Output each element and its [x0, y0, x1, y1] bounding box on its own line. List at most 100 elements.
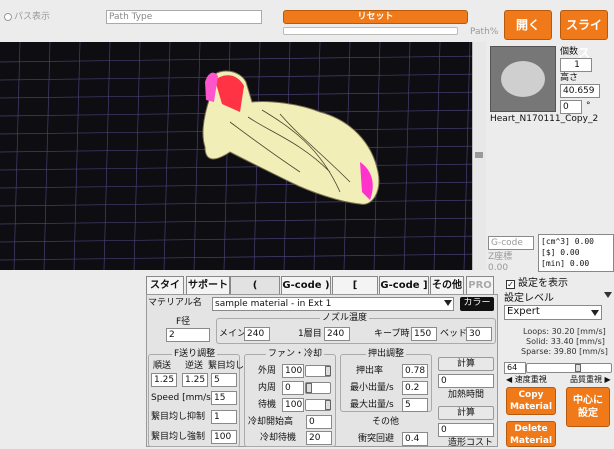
fan-standby-field[interactable]: 100 — [282, 398, 304, 412]
tab-support[interactable]: サポート — [186, 276, 230, 294]
main-temp-label: メイン — [219, 329, 247, 339]
tab-other[interactable]: その他 — [430, 276, 464, 294]
speed-label: Speed [mm/s] — [151, 393, 215, 403]
f-dia-label: F径 — [176, 317, 191, 327]
avoid-field[interactable]: 0.4 — [402, 432, 428, 446]
angle-field[interactable]: 0 — [560, 100, 582, 114]
main-temp-field[interactable]: 240 — [244, 327, 270, 341]
model-name: Heart_N170111_Copy_2 — [490, 114, 599, 124]
path-pct-label: Path% — [470, 27, 499, 37]
chevron-down-icon[interactable] — [444, 300, 452, 306]
speed-field[interactable]: 15 — [211, 391, 237, 405]
quality-value: 64 — [504, 362, 526, 374]
quality-slider[interactable] — [526, 363, 612, 373]
extrude-max-label: 最大出量/s — [350, 400, 394, 410]
count-field[interactable]: 1 — [560, 58, 592, 72]
tab-material[interactable]: ( Material — [230, 276, 280, 308]
cool-wait-field[interactable]: 20 — [306, 431, 332, 445]
fan-outer-field[interactable]: 100 — [282, 364, 304, 378]
tab-gcode-2[interactable]: G-code ] — [379, 276, 429, 294]
fan-standby-slider[interactable] — [305, 399, 331, 411]
cost-field[interactable]: 0 — [438, 423, 494, 437]
bed-temp-field[interactable]: 30 — [466, 327, 492, 341]
calc-heat-button[interactable]: 計算 — [438, 357, 494, 371]
quality-priority-label: 品質重視 ▶ — [570, 375, 611, 384]
height-field[interactable]: 40.659 — [560, 84, 600, 98]
chevron-down-icon[interactable] — [591, 310, 599, 316]
z-value: 0.00 — [488, 263, 509, 273]
delete-material-button[interactable]: Delete Material — [506, 421, 556, 447]
path-type-select[interactable]: Path Type — [106, 10, 262, 24]
rev-long-label: 繋目均し — [208, 361, 245, 371]
avoid-label: 衝突回避 — [358, 434, 395, 444]
show-settings-checkbox[interactable]: ✓ — [506, 280, 515, 289]
open-button[interactable]: 開く — [504, 10, 552, 40]
extrude-min-field[interactable]: 0.2 — [402, 381, 428, 395]
model-thumbnail[interactable] — [490, 46, 556, 112]
scroll-thumb[interactable] — [475, 152, 483, 158]
material-select[interactable]: sample material - in Ext 1 — [212, 297, 454, 311]
force-field[interactable]: 100 — [211, 430, 237, 444]
fan-inner-label: 内周 — [258, 383, 277, 393]
keep-temp-label: キープ時 — [374, 329, 410, 339]
bed-temp-label: ベッド — [440, 329, 468, 339]
extrude-rate-field[interactable]: 0.78 — [402, 364, 428, 378]
force-label: 繋目均し強制 — [151, 432, 206, 442]
tab-printer[interactable]: [ Printer — [332, 276, 378, 308]
deg-label: ° — [586, 101, 591, 111]
heat-time-label: 加熱時間 — [448, 390, 485, 400]
fan-title: ファン・冷却 — [266, 348, 325, 360]
viewport-scrollbar[interactable] — [472, 42, 486, 270]
rev-label: 逆送 — [185, 361, 204, 371]
fan-standby-label: 待機 — [258, 400, 277, 410]
level-select[interactable]: Expert — [504, 305, 602, 320]
center-button[interactable]: 中心に 設定 — [566, 387, 610, 427]
tab-style[interactable]: スタイル — [146, 276, 184, 308]
calc-cost-button[interactable]: 計算 — [438, 406, 494, 420]
gcode-select[interactable]: G-code — [488, 236, 534, 250]
show-settings-label: 設定を表示 — [518, 278, 568, 289]
cool-start-field[interactable]: 0 — [306, 415, 332, 429]
3d-viewport[interactable] — [0, 42, 486, 270]
path-view-label: パス表示 — [14, 12, 51, 22]
nozzle-temp-title: ノズル温度 — [320, 312, 370, 324]
fan-inner-field[interactable]: 0 — [282, 381, 304, 395]
right-scroll-arrow-icon[interactable] — [604, 292, 612, 298]
f-dia-field[interactable]: 2 — [166, 328, 210, 342]
rev-long-field[interactable]: 5 — [211, 373, 237, 387]
other-title: その他 — [372, 417, 400, 427]
keep-temp-field[interactable]: 150 — [411, 327, 437, 341]
tab-gcode-1[interactable]: G-code ) — [281, 276, 331, 294]
fan-outer-slider[interactable] — [305, 365, 331, 377]
sparse-speed: Sparse: 39.80 [mm/s] — [521, 347, 608, 356]
cool-start-label: 冷却開始高 — [248, 417, 294, 427]
cost-label: 造形コスト — [448, 438, 494, 448]
copy-material-button[interactable]: Copy Material — [506, 387, 556, 415]
suppress-label: 繋目均し抑制 — [151, 412, 206, 422]
layer1-temp-field[interactable]: 240 — [324, 327, 350, 341]
path-pct-slider[interactable] — [283, 27, 458, 35]
cool-wait-label: 冷却待機 — [260, 433, 297, 443]
tab-pro[interactable]: PRO — [466, 276, 494, 294]
fan-outer-label: 外周 — [258, 366, 277, 376]
reset-button[interactable]: リセット — [283, 10, 468, 24]
fwd-label: 順送 — [153, 361, 172, 371]
speed-priority-label: ◀ 速度重視 — [506, 375, 547, 384]
rev-field[interactable]: 1.25 — [182, 373, 208, 387]
suppress-field[interactable]: 1 — [211, 410, 237, 424]
fan-inner-slider[interactable] — [305, 382, 331, 394]
extrude-rate-label: 押出率 — [356, 366, 384, 376]
extrude-max-field[interactable]: 5 — [402, 398, 428, 412]
color-button[interactable]: カラー — [460, 297, 494, 311]
count-label: 個数 — [560, 47, 579, 57]
slice-button[interactable]: スライス — [560, 10, 608, 60]
extrude-title: 押出調整 — [366, 348, 407, 360]
height-label: 高さ — [560, 73, 579, 83]
stats-box: [cm^3] 0.00 [$] 0.00 [min] 0.00 — [538, 234, 614, 272]
heat-time-field[interactable]: 0 — [438, 374, 494, 388]
fwd-field[interactable]: 1.25 — [151, 373, 177, 387]
viewport-grid — [0, 42, 486, 270]
material-name-label: マテリアル名 — [148, 298, 202, 308]
extrude-min-label: 最小出量/s — [350, 383, 394, 393]
radio-icon[interactable] — [4, 13, 12, 21]
